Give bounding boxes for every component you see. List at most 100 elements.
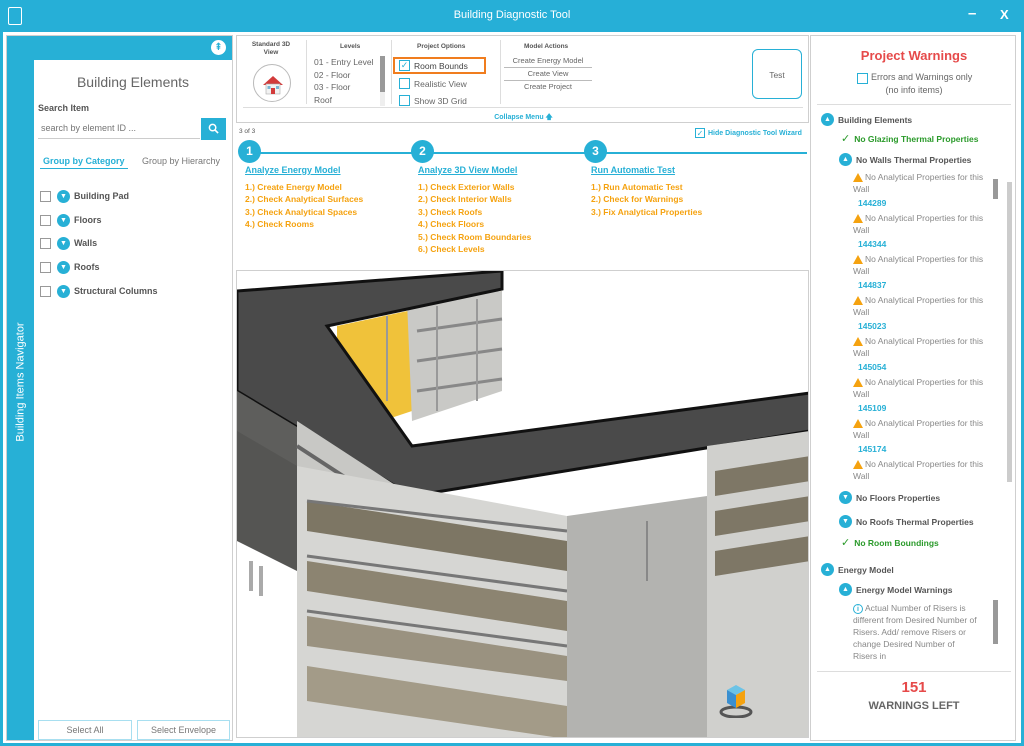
main-scrollbar[interactable] [1007,182,1012,482]
wall-id-link[interactable]: 144344 [858,239,886,249]
step-item[interactable]: 3.) Check Analytical Spaces [245,207,357,217]
step-item[interactable]: 3.) Fix Analytical Properties [591,207,702,217]
step-item[interactable]: 2.) Check Interior Walls [418,194,512,204]
warning-icon [853,460,863,470]
levels-scrollbar[interactable] [380,56,385,92]
standard-3d-view-button[interactable] [253,64,291,102]
checkbox-checked[interactable]: ✓ [695,128,705,138]
errors-only-checkbox[interactable] [857,73,868,84]
chevron-down-icon[interactable]: ▼ [57,236,70,250]
checkbox-checked[interactable]: ✓ [399,60,410,71]
level-item[interactable]: 02 - Floor [314,70,350,80]
wall-id-link[interactable]: 145109 [858,403,886,413]
checkbox[interactable] [40,190,51,202]
wall-id-link[interactable]: 144837 [858,280,886,290]
3d-model-viewport[interactable] [236,270,809,738]
tree-item-roofs[interactable]: ▼ Roofs [40,260,100,274]
chevron-down-icon[interactable]: ▼ [57,189,70,203]
building-elements-node[interactable]: ▲ Building Elements [821,113,912,126]
chevron-down-icon[interactable]: ▼ [839,491,852,504]
level-item[interactable]: Roof [314,95,332,105]
step-item[interactable]: 2.) Check Analytical Surfaces [245,194,363,204]
step-item[interactable]: 6.) Check Levels [418,244,485,254]
step-item[interactable]: 5.) Check Room Boundaries [418,232,531,242]
level-item[interactable]: 03 - Floor [314,82,350,92]
step-item[interactable]: 1.) Run Automatic Test [591,182,683,192]
tree-item-floors[interactable]: ▼ Floors [40,213,102,227]
checkbox[interactable] [399,95,410,106]
pin-icon[interactable]: ⇞ [211,40,226,55]
step-1-badge: 1 [238,140,261,163]
levels-title: Levels [340,43,361,50]
create-project-button[interactable]: Create Project [504,82,592,93]
create-energy-model-button[interactable]: Create Energy Model [504,56,592,68]
tree-item-walls[interactable]: ▼ Walls [40,236,97,250]
hide-wizard-toggle[interactable]: ✓ Hide Diagnostic Tool Wizard [695,128,802,138]
divider [243,107,803,108]
wall-id-link[interactable]: 145023 [858,321,886,331]
checkbox[interactable] [40,237,51,249]
wall-warning-message: No Analytical Properties for this Wall [853,213,984,235]
errors-only-label: Errors and Warnings only [871,72,973,82]
energy-scrollbar[interactable] [993,600,998,644]
no-glazing-item[interactable]: ✓ No Glazing Thermal Properties [841,132,978,145]
option-room-bounds[interactable]: ✓ Room Bounds [399,60,468,71]
chevron-down-icon[interactable]: ▼ [839,515,852,528]
chevron-up-icon[interactable]: ▲ [839,153,852,166]
main-window: Building Items Navigator ⇞ Building Elem… [3,32,1021,743]
step-item[interactable]: 3.) Check Roofs [418,207,482,217]
select-envelope-button[interactable]: Select Envelope [137,720,230,740]
option-realistic-view[interactable]: Realistic View [399,78,467,89]
warnings-left-label: WARNINGS LEFT [868,700,960,712]
wall-warning-message: No Analytical Properties for this Wall [853,254,984,276]
step-item[interactable]: 1.) Check Exterior Walls [418,182,515,192]
chevron-down-icon[interactable]: ▼ [57,260,70,274]
collapse-menu-button[interactable]: Collapse Menu 🡅 [237,113,810,124]
step-3-title[interactable]: Run Automatic Test [591,165,675,175]
minimize-button[interactable]: – [968,5,976,22]
no-room-boundings-item[interactable]: ✓ No Room Boundings [841,536,939,549]
tab-group-by-category[interactable]: Group by Category [40,156,128,169]
no-walls-node[interactable]: ▲ No Walls Thermal Properties [839,153,971,166]
step-item[interactable]: 4.) Check Rooms [245,219,314,229]
warnings-title: Project Warnings [860,48,968,63]
tab-group-by-hierarchy[interactable]: Group by Hierarchy [142,156,220,166]
checkbox[interactable] [399,78,410,89]
step-item[interactable]: 4.) Check Floors [418,219,484,229]
create-view-button[interactable]: Create View [504,69,592,81]
divider [817,671,1011,672]
no-roofs-node[interactable]: ▼ No Roofs Thermal Properties [839,515,974,528]
tree-item-structural-columns[interactable]: ▼ Structural Columns [40,284,158,298]
step-2-title[interactable]: Analyze 3D View Model [418,165,517,175]
view-cube-icon[interactable] [719,682,753,719]
checkbox[interactable] [40,214,51,226]
checkbox[interactable] [40,285,51,297]
checkbox[interactable] [40,261,51,273]
navigator-strip[interactable]: Building Items Navigator [7,36,34,740]
step-item[interactable]: 1.) Create Energy Model [245,182,342,192]
chevron-up-icon[interactable]: ▲ [821,563,834,576]
wall-id-link[interactable]: 144289 [858,198,886,208]
step-item[interactable]: 2.) Check for Warnings [591,194,683,204]
wall-id-link[interactable]: 145054 [858,362,886,372]
divider [817,104,1011,105]
option-show-3d-grid[interactable]: Show 3D Grid [399,95,467,106]
warning-icon [853,173,863,183]
search-input[interactable] [38,118,200,139]
select-all-button[interactable]: Select All [38,720,132,740]
chevron-up-icon[interactable]: ▲ [821,113,834,126]
chevron-up-icon[interactable]: ▲ [839,583,852,596]
search-button[interactable] [201,118,226,140]
wall-id-link[interactable]: 145174 [858,444,886,454]
chevron-down-icon[interactable]: ▼ [57,284,70,298]
energy-model-node[interactable]: ▲ Energy Model [821,563,894,576]
step-1-title[interactable]: Analyze Energy Model [245,165,341,175]
level-item[interactable]: 01 - Entry Level [314,57,374,67]
walls-scrollbar[interactable] [993,179,998,199]
test-button[interactable]: Test [752,49,802,99]
close-button[interactable]: X [1000,7,1009,22]
chevron-down-icon[interactable]: ▼ [57,213,70,227]
energy-model-warnings-node[interactable]: ▲ Energy Model Warnings [839,583,953,596]
no-floors-node[interactable]: ▼ No Floors Properties [839,491,940,504]
tree-item-building-pad[interactable]: ▼ Building Pad [40,189,129,203]
